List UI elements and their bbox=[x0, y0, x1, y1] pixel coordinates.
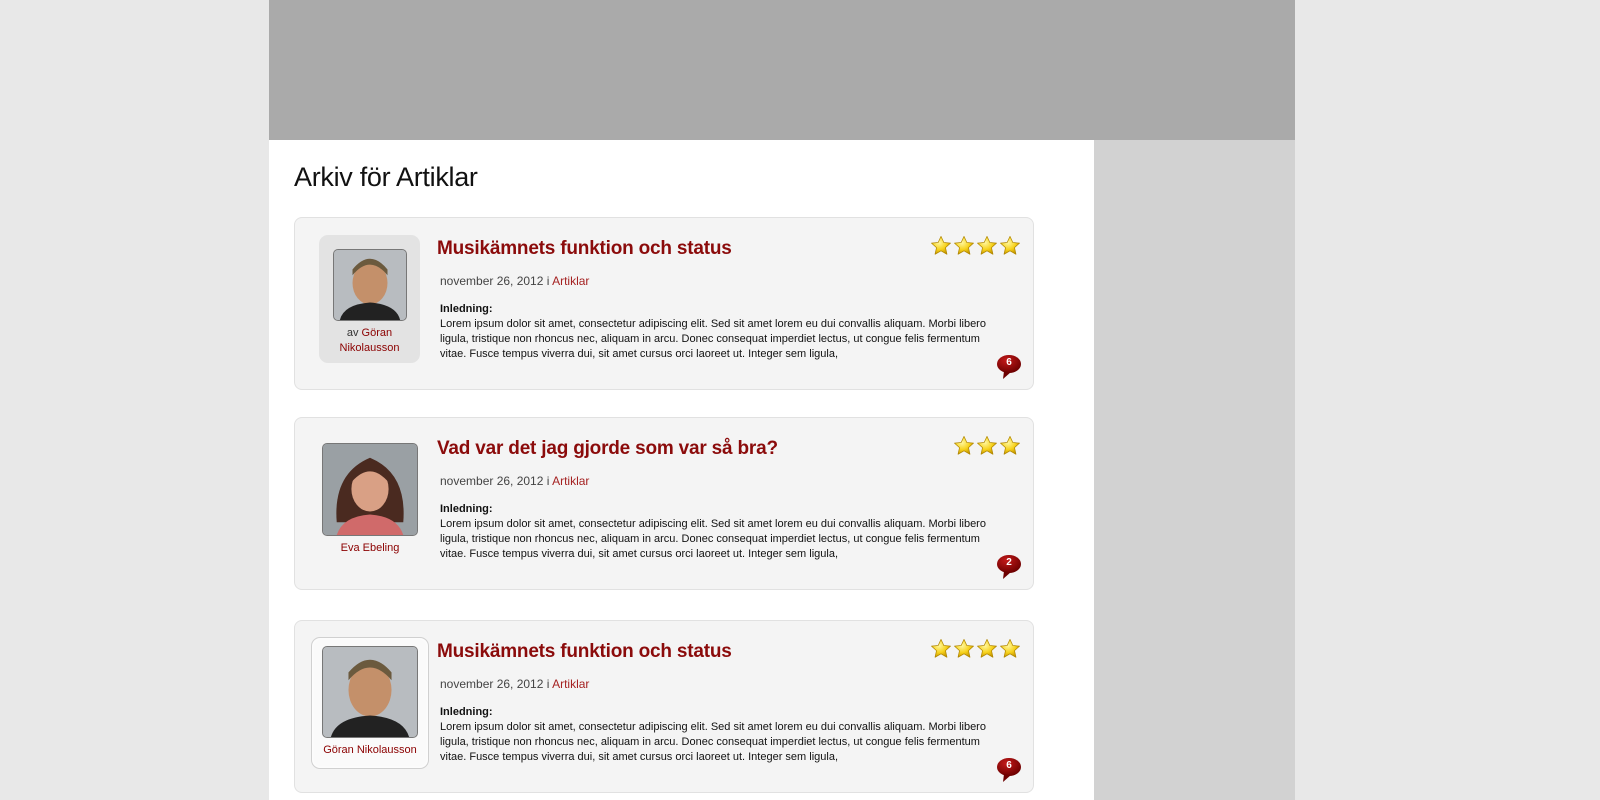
header-banner bbox=[269, 0, 1295, 140]
rating-stars bbox=[953, 435, 1021, 457]
meta-separator: i bbox=[543, 274, 553, 288]
sidebar bbox=[1094, 140, 1295, 800]
author-avatar[interactable] bbox=[322, 646, 418, 738]
star-icon bbox=[1000, 436, 1020, 455]
post-date: november 26, 2012 bbox=[440, 274, 544, 288]
star-icon bbox=[1000, 639, 1020, 658]
post-excerpt: Inledning: Lorem ipsum dolor sit amet, c… bbox=[440, 705, 1000, 765]
post-card: Göran Nikolausson Musikämnets funktion o… bbox=[294, 620, 1034, 793]
star-icon bbox=[931, 639, 951, 658]
post-title-link[interactable]: Musikämnets funktion och status bbox=[437, 641, 732, 663]
post-meta: november 26, 2012 i Artiklar bbox=[440, 474, 589, 488]
excerpt-label: Inledning: bbox=[440, 503, 493, 515]
avatar-woman-image bbox=[323, 444, 417, 535]
post-excerpt: Inledning: Lorem ipsum dolor sit amet, c… bbox=[440, 502, 1000, 562]
category-link[interactable]: Artiklar bbox=[552, 474, 589, 488]
comment-count-badge[interactable]: 6 bbox=[996, 757, 1022, 783]
rating-stars bbox=[930, 235, 1021, 257]
author-box: Göran Nikolausson bbox=[311, 637, 429, 769]
post-card: av Göran Nikolausson Musikämnets funktio… bbox=[294, 217, 1034, 390]
post-date: november 26, 2012 bbox=[440, 474, 544, 488]
comment-count: 6 bbox=[1006, 357, 1012, 368]
post-meta: november 26, 2012 i Artiklar bbox=[440, 677, 589, 691]
star-icon bbox=[977, 236, 997, 255]
star-icon bbox=[977, 639, 997, 658]
meta-separator: i bbox=[543, 677, 553, 691]
star-icon bbox=[977, 436, 997, 455]
post-card: Eva Ebeling Vad var det jag gjorde som v… bbox=[294, 417, 1034, 590]
comment-count-badge[interactable]: 6 bbox=[996, 354, 1022, 380]
avatar-man-image bbox=[323, 647, 417, 737]
category-link[interactable]: Artiklar bbox=[552, 274, 589, 288]
category-link[interactable]: Artiklar bbox=[552, 677, 589, 691]
star-icon bbox=[954, 436, 974, 455]
post-excerpt: Inledning: Lorem ipsum dolor sit amet, c… bbox=[440, 302, 1000, 362]
author-box: av Göran Nikolausson bbox=[319, 235, 420, 363]
post-title-link[interactable]: Musikämnets funktion och status bbox=[437, 238, 732, 260]
page-title: Arkiv för Artiklar bbox=[294, 162, 478, 192]
excerpt-label: Inledning: bbox=[440, 303, 493, 315]
author-prefix: av bbox=[346, 327, 362, 339]
author-box: Eva Ebeling bbox=[315, 440, 425, 560]
avatar-man-image bbox=[333, 250, 406, 320]
post-title-link[interactable]: Vad var det jag gjorde som var så bra? bbox=[437, 438, 778, 460]
post-meta: november 26, 2012 i Artiklar bbox=[440, 274, 589, 288]
author-avatar[interactable] bbox=[332, 249, 407, 321]
star-icon bbox=[931, 236, 951, 255]
meta-separator: i bbox=[543, 474, 553, 488]
author-link[interactable]: Eva Ebeling bbox=[341, 542, 400, 554]
author-link[interactable]: Göran Nikolausson bbox=[323, 744, 417, 756]
star-icon bbox=[954, 639, 974, 658]
rating-stars bbox=[930, 638, 1021, 660]
star-icon bbox=[1000, 236, 1020, 255]
comment-count: 2 bbox=[1006, 557, 1012, 568]
excerpt-text: Lorem ipsum dolor sit amet, consectetur … bbox=[440, 318, 986, 360]
excerpt-label: Inledning: bbox=[440, 706, 493, 718]
author-avatar[interactable] bbox=[322, 443, 418, 536]
main-content: Arkiv för Artiklar av Göran Nikolausson … bbox=[269, 140, 1094, 800]
star-icon bbox=[954, 236, 974, 255]
excerpt-text: Lorem ipsum dolor sit amet, consectetur … bbox=[440, 721, 986, 763]
excerpt-text: Lorem ipsum dolor sit amet, consectetur … bbox=[440, 518, 986, 560]
post-date: november 26, 2012 bbox=[440, 677, 544, 691]
comment-count-badge[interactable]: 2 bbox=[996, 554, 1022, 580]
comment-count: 6 bbox=[1006, 760, 1012, 771]
